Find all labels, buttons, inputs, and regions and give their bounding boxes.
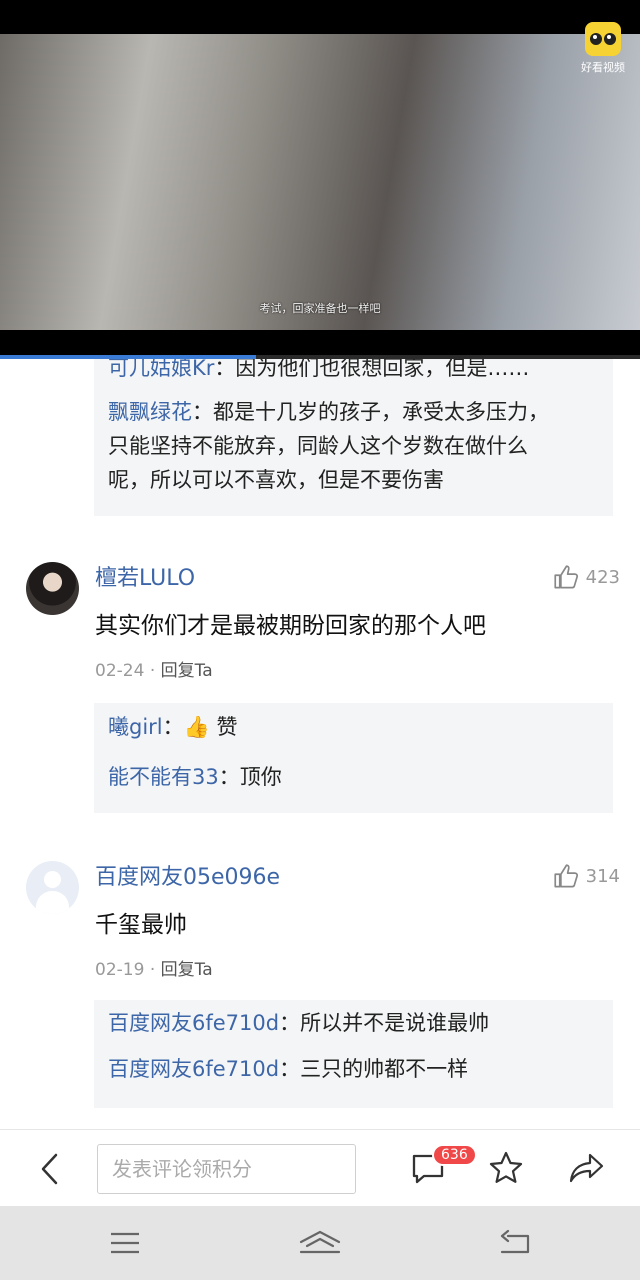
reply-item[interactable]: 可儿姑娘Kr：因为他们也很想回家，但是…… <box>108 359 599 385</box>
reply-text-line: 呢，所以可以不喜欢，但是不要伤害 <box>108 468 444 492</box>
back-icon[interactable] <box>36 1152 64 1186</box>
status-bar <box>0 0 640 34</box>
comment-text: 千玺最帅 <box>95 912 187 938</box>
reply-item[interactable]: 百度网友6fe710d：三只的帅都不一样 <box>108 1052 599 1086</box>
reply-author[interactable]: 曦girl <box>108 715 163 739</box>
like-count: 314 <box>585 866 620 887</box>
like-button[interactable]: 423 <box>553 564 620 591</box>
reply-text: ：都是十几岁的孩子，承受太多压力， <box>192 400 549 424</box>
reply-item[interactable]: 能不能有33：顶你 <box>108 760 599 794</box>
like-button[interactable]: 314 <box>553 863 620 890</box>
thumbs-up-icon <box>554 565 578 589</box>
reply-box: 可儿姑娘Kr：因为他们也很想回家，但是…… 飘飘绿花：都是十几岁的孩子，承受太多… <box>94 359 613 516</box>
home-icon[interactable] <box>298 1228 342 1258</box>
system-nav-bar <box>0 1206 640 1280</box>
reply-box: 曦girl：👍 赞 能不能有33：顶你 <box>94 703 613 813</box>
logo-text: 好看视频 <box>581 61 625 74</box>
star-icon[interactable] <box>488 1150 524 1186</box>
reply-item[interactable]: 飘飘绿花：都是十几岁的孩子，承受太多压力， <box>108 395 599 429</box>
reply-author[interactable]: 百度网友6fe710d <box>108 1057 279 1081</box>
meta-separator: · <box>149 661 156 681</box>
thumbs-up-icon <box>554 864 578 888</box>
reply-author[interactable]: 飘飘绿花 <box>108 400 192 424</box>
comment-input[interactable]: 发表评论领积分 <box>97 1144 356 1194</box>
reply-box: 百度网友6fe710d：所以并不是说谁最帅 百度网友6fe710d：三只的帅都不… <box>94 1000 613 1108</box>
comment-meta: 02-19 · 回复Ta <box>95 955 213 980</box>
reply-text: ：👍 赞 <box>162 715 238 739</box>
comment-item: 百度网友05e096e 314 千玺最帅 02-19 · 回复Ta <box>0 843 640 993</box>
comment-date: 02-19 <box>95 960 145 980</box>
app-logo: 好看视频 <box>578 22 628 75</box>
reply-link[interactable]: 回复Ta <box>161 661 213 681</box>
like-count: 423 <box>585 567 620 588</box>
reply-item[interactable]: 曦girl：👍 赞 <box>108 710 599 744</box>
reply-author[interactable]: 可儿姑娘Kr <box>108 359 214 380</box>
logo-icon <box>585 22 621 56</box>
reply-text: ：顶你 <box>218 765 282 789</box>
comment-author[interactable]: 百度网友05e096e <box>95 859 280 891</box>
reply-item[interactable]: 百度网友6fe710d：所以并不是说谁最帅 <box>108 1006 599 1040</box>
video-player[interactable]: 考试，回家准备也一样吧 <box>0 34 640 330</box>
video-bottom-bar <box>0 330 640 358</box>
reply-link[interactable]: 回复Ta <box>161 960 213 980</box>
avatar[interactable] <box>26 562 79 615</box>
reply-text-line: 只能坚持不能放弃，同龄人这个岁数在做什么 <box>108 434 528 458</box>
reply-author[interactable]: 百度网友6fe710d <box>108 1011 279 1035</box>
reply-text: ：所以并不是说谁最帅 <box>279 1011 490 1035</box>
comment-text: 其实你们才是最被期盼回家的那个人吧 <box>95 613 486 639</box>
comment-author[interactable]: 檀若LULO <box>95 560 195 592</box>
video-subtitle: 考试，回家准备也一样吧 <box>259 302 381 315</box>
menu-icon[interactable] <box>108 1228 142 1258</box>
avatar[interactable] <box>26 861 79 914</box>
share-icon[interactable] <box>568 1150 606 1186</box>
comment-date: 02-24 <box>95 661 145 681</box>
comment-meta: 02-24 · 回复Ta <box>95 656 213 681</box>
reply-text: ：因为他们也很想回家，但是…… <box>214 359 530 380</box>
reply-author[interactable]: 能不能有33 <box>108 765 219 789</box>
reply-text: ：三只的帅都不一样 <box>279 1057 469 1081</box>
meta-separator: · <box>149 960 156 980</box>
comment-count-badge: 636 <box>432 1144 477 1166</box>
action-bar: 发表评论领积分 636 <box>0 1129 640 1206</box>
return-icon[interactable] <box>498 1228 532 1258</box>
comment-list[interactable]: 可儿姑娘Kr：因为他们也很想回家，但是…… 飘飘绿花：都是十几岁的孩子，承受太多… <box>0 359 640 1129</box>
